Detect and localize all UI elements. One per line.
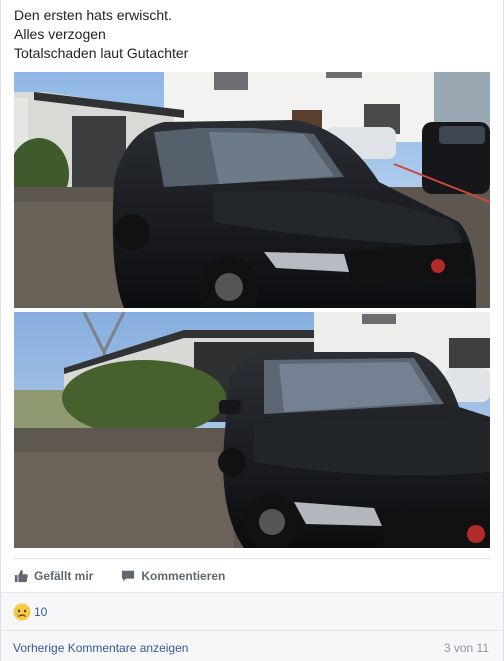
post-photo-1[interactable]	[14, 72, 490, 308]
reactions-bar: 10	[1, 592, 503, 630]
car-photo-front-three-quarter	[14, 72, 490, 308]
comments-bar: Vorherige Kommentare anzeigen 3 von 11	[1, 630, 503, 661]
reactions-summary[interactable]: 10	[13, 603, 47, 621]
sad-reaction-icon	[13, 603, 31, 621]
post-text-line: Den ersten hats erwischt.	[14, 7, 172, 23]
comment-page-count: 3 von 11	[443, 641, 489, 655]
thumbs-up-icon	[14, 569, 28, 583]
post-text: Den ersten hats erwischt. Alles verzogen…	[14, 6, 188, 63]
car-photo-front-close	[14, 312, 490, 548]
post-card: Den ersten hats erwischt. Alles verzogen…	[0, 0, 504, 661]
previous-comments-link[interactable]: Vorherige Kommentare anzeigen	[13, 641, 188, 655]
comment-label: Kommentieren	[141, 569, 226, 583]
divider	[14, 558, 490, 559]
comment-icon	[122, 570, 135, 582]
comment-button[interactable]: Kommentieren	[121, 569, 225, 583]
post-text-line: Alles verzogen	[14, 26, 106, 42]
post-actions: Gefällt mir Kommentieren	[14, 566, 253, 586]
post-photo-2[interactable]	[14, 312, 490, 548]
like-button[interactable]: Gefällt mir	[14, 569, 93, 583]
post-text-line: Totalschaden laut Gutachter	[14, 45, 189, 61]
reaction-count: 10	[34, 605, 48, 619]
like-label: Gefällt mir	[34, 569, 94, 583]
